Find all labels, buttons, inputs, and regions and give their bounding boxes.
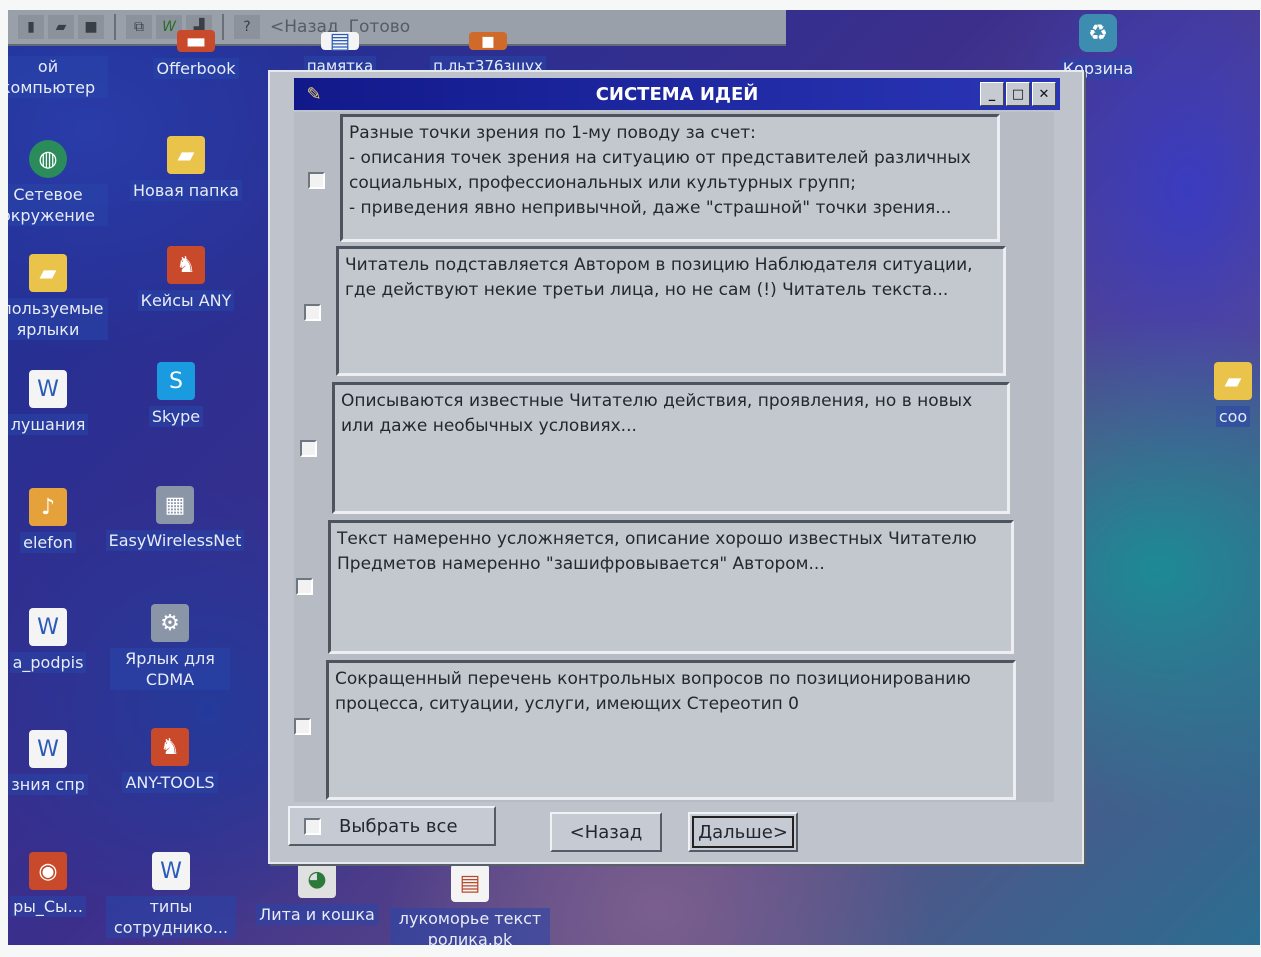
idea-checkbox[interactable] — [296, 578, 313, 595]
app-shortcut-icon: ♞ — [167, 246, 205, 284]
idea-checkbox[interactable] — [294, 718, 311, 735]
toolbar-separator — [114, 14, 116, 40]
maximize-icon[interactable]: □ — [1006, 82, 1030, 106]
desktop-icon-label: EasyWirelessNet — [105, 530, 245, 551]
image-file-icon: ◕ — [298, 860, 336, 898]
desktop-icon-cdma-shortcut[interactable]: ⚙ Ярлык для CDMA — [110, 604, 230, 690]
desktop-icon-label: Ярлык для CDMA — [110, 648, 230, 690]
idea-checkbox[interactable] — [304, 304, 321, 321]
word-document-icon: W — [152, 852, 190, 890]
desktop-icon-used-shortcuts[interactable]: ▰ спользуемые ярлыки — [8, 254, 108, 340]
idea-text: Читатель подставляется Автором в позицию… — [336, 246, 1006, 376]
minimize-icon[interactable]: _ — [980, 82, 1004, 106]
desktop-icon-label: elefon — [20, 532, 76, 553]
desktop-icon-telefon[interactable]: ♪ elefon — [8, 488, 108, 553]
offerbook-icon: ▬ — [177, 29, 215, 54]
desktop-icon-label: Skype — [148, 406, 204, 427]
desktop-icon-label: лукоморье текст ролика.pk — [390, 908, 550, 945]
folder-icon: ▰ — [1214, 362, 1252, 400]
save-icon[interactable]: ■ — [78, 15, 104, 39]
app-shortcut-icon: ◉ — [29, 852, 67, 890]
desktop-icon-label: Лита и кошка — [256, 904, 378, 925]
desktop-icon-zniya-spr[interactable]: W зния спр — [8, 730, 108, 795]
network-app-icon: ▦ — [156, 486, 194, 524]
word-document-icon: W — [29, 730, 67, 768]
desktop-icon-ry-sy[interactable]: ◉ ры_Сы... — [8, 852, 108, 917]
app-shortcut-icon: ♞ — [151, 728, 189, 766]
skype-icon: S — [157, 362, 195, 400]
desktop-icon-tipy-sotrudnikov[interactable]: W типы сотруднико... — [106, 852, 236, 938]
desktop-icon-cases-any[interactable]: ♞ Кейсы ANY — [126, 246, 246, 311]
desktop-icon-label: зния спр — [8, 774, 88, 795]
open-file-icon[interactable]: ▰ — [48, 15, 74, 39]
desktop-icon-label: Сетевое окружение — [8, 184, 108, 226]
desktop-icon-podpis[interactable]: W a_podpis — [8, 608, 108, 673]
word-document-icon: W — [29, 370, 67, 408]
select-all-control[interactable]: Выбрать все — [288, 806, 496, 846]
desktop-icon-label: Кейсы ANY — [137, 290, 235, 311]
desktop-icon-label: спользуемые ярлыки — [8, 298, 108, 340]
desktop-icon-easywirelessnet[interactable]: ▦ EasyWirelessNet — [105, 486, 245, 551]
ideas-list: Разные точки зрения по 1-му поводу за сч… — [294, 112, 1054, 802]
desktop-icon-label: ры_Сы... — [10, 896, 86, 917]
idea-text: Сокращенный перечень контрольных вопросо… — [326, 660, 1016, 800]
folder-icon: ▰ — [167, 136, 205, 174]
desktop-icon-any-tools[interactable]: ♞ ANY-TOOLS — [110, 728, 230, 793]
file-icon: ▪ — [469, 29, 507, 54]
desktop-icon-label: Offerbook — [153, 58, 239, 79]
desktop-icon-slushaniya[interactable]: W лушания — [8, 370, 108, 435]
desktop-icon-label: типы сотруднико... — [106, 896, 236, 938]
folder-icon: ▰ — [29, 254, 67, 292]
window-footer: Выбрать все <Назад Дальше> — [270, 806, 1082, 856]
close-icon[interactable]: ✕ — [1032, 82, 1056, 106]
desktop-icon-lita-i-koshka[interactable]: ◕ Лита и кошка — [252, 860, 382, 925]
desktop-icon-offerbook[interactable]: ▬ Offerbook — [136, 29, 256, 79]
desktop-icon-lukomorye[interactable]: ▤ лукоморье текст ролика.pk — [390, 864, 550, 945]
desktop-icon-label: Новая папка — [130, 180, 242, 201]
bell-icon: ♪ — [29, 488, 67, 526]
idea-checkbox[interactable] — [300, 440, 317, 457]
document-icon: ▤ — [321, 29, 359, 54]
recycle-bin-icon: ♻ — [1079, 14, 1117, 52]
next-button[interactable]: Дальше> — [688, 812, 798, 852]
idea-text: Описываются известные Читателю действия,… — [332, 382, 1010, 514]
new-file-icon[interactable]: ▮ — [18, 15, 44, 39]
desktop-icon-label: ой компьютер — [8, 56, 108, 98]
document-icon: ▤ — [451, 864, 489, 902]
desktop-icon-skype[interactable]: S Skype — [116, 362, 236, 427]
idea-text: Разные точки зрения по 1-му поводу за сч… — [340, 114, 1000, 242]
desktop-icon-new-folder[interactable]: ▰ Новая папка — [126, 136, 246, 201]
desktop-icon-soo[interactable]: ▰ соо — [1203, 362, 1260, 427]
desktop-icon-label: соо — [1215, 406, 1251, 427]
back-button[interactable]: <Назад — [550, 812, 662, 852]
desktop-icon-network[interactable]: ◍ Сетевое окружение — [8, 140, 108, 226]
desktop-icon-my-computer[interactable]: ой компьютер — [8, 50, 108, 98]
idea-checkbox[interactable] — [308, 172, 325, 189]
ideas-system-window: ✎ СИСТЕМА ИДЕЙ _ □ ✕ Разные точки зрения… — [268, 70, 1084, 864]
window-controls: _ □ ✕ — [980, 82, 1056, 106]
network-app-icon: ⚙ — [151, 604, 189, 642]
desktop-icon-label: ANY-TOOLS — [122, 772, 218, 793]
window-titlebar[interactable]: ✎ СИСТЕМА ИДЕЙ _ □ ✕ — [294, 78, 1060, 110]
select-all-checkbox[interactable] — [304, 817, 321, 835]
word-document-icon: W — [29, 608, 67, 646]
select-all-label: Выбрать все — [339, 815, 458, 837]
desktop-icon-label: лушания — [8, 414, 89, 435]
window-title: СИСТЕМА ИДЕЙ — [595, 83, 759, 105]
idea-text: Текст намеренно усложняется, описание хо… — [328, 520, 1014, 654]
desktop-icon-label: a_podpis — [9, 652, 87, 673]
network-globe-icon: ◍ — [29, 140, 67, 178]
